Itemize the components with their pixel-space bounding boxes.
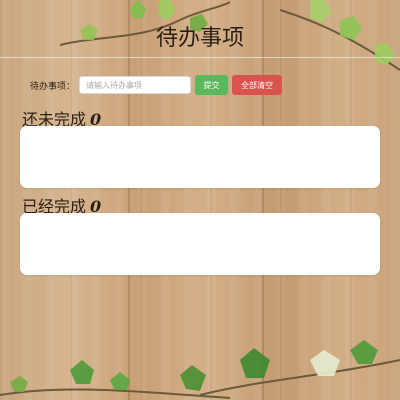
submit-button[interactable]: 提交 [195, 75, 229, 95]
todo-input-row: 待办事项： 提交 全部清空 [30, 74, 283, 96]
title-divider [0, 57, 400, 58]
plank-seam [128, 0, 130, 400]
done-list [20, 213, 380, 275]
todo-input-label: 待办事项： [30, 81, 76, 92]
clear-all-button[interactable]: 全部清空 [232, 75, 283, 95]
todo-input[interactable] [79, 76, 192, 94]
page-title: 待办事项 [155, 26, 244, 51]
ivy-leaves-icon [0, 360, 230, 399]
plank-seam [262, 0, 264, 400]
ivy-leaves-icon [200, 340, 400, 396]
pending-list [20, 126, 380, 188]
